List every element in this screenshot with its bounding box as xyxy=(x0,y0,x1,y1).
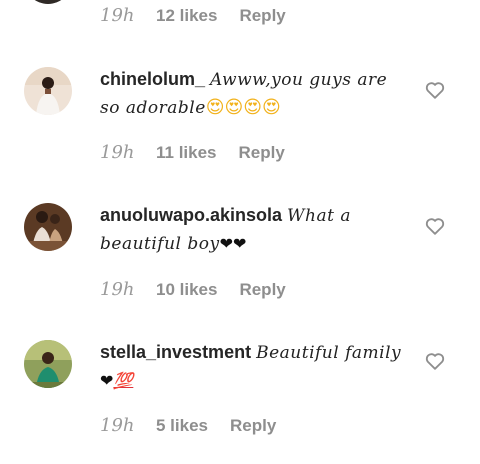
comment-time: 19h xyxy=(100,5,135,26)
comment-text: chinelolum_ Awww,you guys are so adorabl… xyxy=(100,66,405,122)
avatar[interactable] xyxy=(24,67,72,115)
comment-username[interactable]: anuoluwapo.akinsola xyxy=(100,205,282,225)
comment-username[interactable]: chinelolum_ xyxy=(100,69,205,89)
reply-button[interactable]: Reply xyxy=(230,416,276,436)
emoji-hundred: 💯 xyxy=(113,371,134,390)
comment-text: anuoluwapo.akinsola What a beautiful boy… xyxy=(100,202,405,258)
comment-time: 19h xyxy=(100,279,135,300)
comment-meta: 19h 12 likes Reply xyxy=(100,5,286,26)
comment-time: 19h xyxy=(100,142,135,163)
heart-outline-icon[interactable] xyxy=(424,215,446,237)
comment-likes[interactable]: 12 likes xyxy=(156,6,217,26)
reply-button[interactable]: Reply xyxy=(239,143,285,163)
comment-meta: 19h 5 likes Reply xyxy=(100,415,276,436)
emoji-black-heart: ❤ xyxy=(100,371,114,390)
heart-outline-icon[interactable] xyxy=(424,79,446,101)
reply-button[interactable]: Reply xyxy=(239,280,285,300)
comment-likes[interactable]: 11 likes xyxy=(156,143,217,163)
comment-likes[interactable]: 5 likes xyxy=(156,416,208,436)
reply-button[interactable]: Reply xyxy=(239,6,285,26)
comment-likes[interactable]: 10 likes xyxy=(156,280,217,300)
avatar[interactable] xyxy=(24,0,72,4)
avatar[interactable] xyxy=(24,203,72,251)
emoji-heart-eyes: 😍😍😍😍 xyxy=(205,97,281,118)
comment-body: Beautiful family xyxy=(256,343,402,363)
avatar[interactable] xyxy=(24,340,72,388)
comment-text: stella_investment Beautiful family ❤💯 xyxy=(100,339,405,394)
emoji-black-heart: ❤❤ xyxy=(219,234,247,253)
heart-outline-icon[interactable] xyxy=(424,350,446,372)
comment-meta: 19h 11 likes Reply xyxy=(100,142,285,163)
comment-meta: 19h 10 likes Reply xyxy=(100,279,286,300)
comment-time: 19h xyxy=(100,415,135,436)
comment-username[interactable]: stella_investment xyxy=(100,342,251,362)
